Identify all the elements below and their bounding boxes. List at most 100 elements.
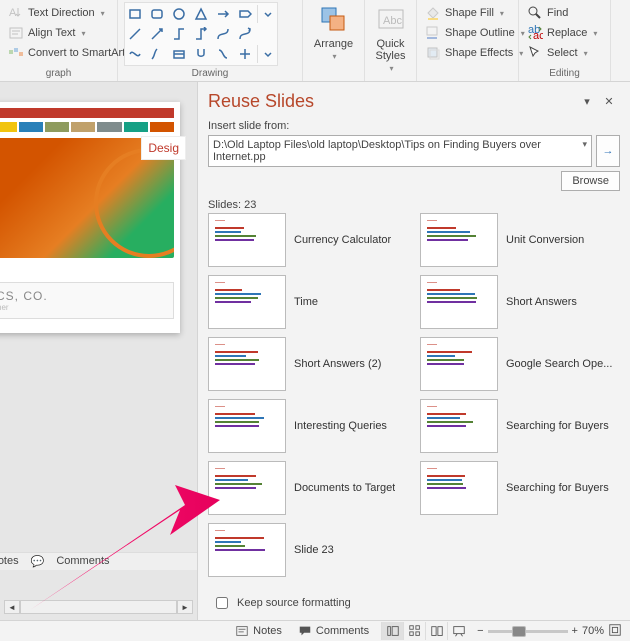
reuse-slide-item[interactable]: ——Interesting Queries [208,399,408,453]
arrange-group: Arrange▾ [303,0,365,81]
shape-format-group: Shape Fill▾ Shape Outline▾ Shape Effects… [417,0,519,81]
select-label: Select [547,47,578,59]
reuse-slide-item[interactable]: —— Searching for Buyers [420,399,620,453]
slide-item-label: Google Search Ope... [506,358,612,370]
arrange-icon [318,4,350,36]
quick-styles-group: Abc Quick Styles▾ [365,0,417,81]
arrange-button[interactable]: Arrange▾ [309,2,358,61]
slideshow-button[interactable] [447,622,469,640]
zoom-out-button[interactable]: − [477,625,483,637]
notes-label: Notes [253,625,282,637]
slide-item-label: Short Answers [506,296,577,308]
shape-effects-label: Shape Effects [445,47,513,59]
slide-thumbnail[interactable]: —— [420,213,498,267]
design-ideas-label: Desig [141,136,186,160]
slide-thumbnail[interactable]: —— [208,213,286,267]
slide-thumbnail[interactable]: —— [208,275,286,329]
svg-text:A: A [9,7,17,19]
reuse-slide-item[interactable]: —— Currency Calculator [208,213,408,267]
reuse-slides-title: Reuse Slides [208,91,576,112]
horizontal-scrollbar[interactable]: ◄ ► [4,600,193,614]
reading-view-button[interactable] [425,622,447,640]
source-path-input[interactable]: D:\Old Laptop Files\old laptop\Desktop\T… [208,135,592,167]
scroll-left-button[interactable]: ◄ [4,600,20,614]
browse-button[interactable]: Browse [561,171,620,191]
arrange-label: Arrange [314,38,353,50]
slide-thumbnail[interactable]: —— [420,275,498,329]
reuse-slide-item[interactable]: ——Time [208,275,408,329]
slide-title-text: ANICS, CO. [0,289,167,303]
zoom-in-button[interactable]: + [572,625,578,637]
replace-label: Replace [547,27,587,39]
reuse-slide-item[interactable]: —— Short Answers [420,275,620,329]
slide-thumbnail[interactable]: —— [420,337,498,391]
ribbon: A Text Direction▾ Align Text▾ Convert to… [0,0,630,82]
source-path-value: D:\Old Laptop Files\old laptop\Desktop\T… [213,139,541,163]
keep-source-formatting-checkbox[interactable] [216,597,228,609]
align-text-icon [8,25,24,41]
ribbon-group-paragraph: A Text Direction▾ Align Text▾ Convert to… [0,0,118,81]
slide-canvas-area: Desig ANICS, CO. s together ☰ Notes 💬 Co… [0,82,198,620]
reuse-slide-item[interactable]: —— Searching for Buyers [420,461,620,515]
zoom-control[interactable]: − + 70% [477,623,622,640]
sorter-view-button[interactable] [403,622,425,640]
workspace: Desig ANICS, CO. s together ☰ Notes 💬 Co… [0,82,630,620]
reuse-slide-item[interactable]: ——Documents to Target [208,461,408,515]
view-buttons [381,622,469,640]
status-bar: Notes Comments − + 70% [0,620,630,641]
shape-fill-button[interactable]: Shape Fill▾ [423,4,512,22]
replace-icon: abac [527,25,543,41]
convert-smartart-button[interactable]: Convert to SmartArt▾ [6,44,111,62]
go-button[interactable]: → [596,135,620,167]
slide-thumbnail[interactable]: —— [208,461,286,515]
shape-outline-icon [425,25,441,41]
slide-thumbnail[interactable]: —— [420,399,498,453]
fit-to-window-button[interactable] [608,623,622,640]
quick-styles-button[interactable]: Abc Quick Styles▾ [371,2,410,73]
design-ideas-card[interactable]: Desig ANICS, CO. s together [0,102,180,333]
slide-thumbnail[interactable]: —— [208,399,286,453]
pane-close-button[interactable]: ✕ [598,90,620,112]
align-text-button[interactable]: Align Text▾ [6,24,111,42]
insert-from-label: Insert slide from: [208,120,620,132]
shapes-gallery[interactable] [124,2,278,66]
notes-toggle[interactable]: Notes [231,624,286,638]
mini-comments: Comments [56,555,109,568]
find-button[interactable]: Find [525,4,604,22]
shape-effects-button[interactable]: Shape Effects▾ [423,44,512,62]
slide-thumbnail[interactable]: —— [420,461,498,515]
slide-item-label: Currency Calculator [294,234,391,246]
reuse-slide-item[interactable]: —— Slide 23 [208,523,408,577]
pane-options-button[interactable]: ▾ [576,90,598,112]
normal-view-button[interactable] [381,622,403,640]
zoom-slider[interactable] [488,630,568,633]
slide-thumbnail[interactable]: —— [208,523,286,577]
reuse-slide-item[interactable]: ——Unit Conversion [420,213,620,267]
svg-text:Abc: Abc [383,15,402,27]
drawing-group-label: Drawing [124,66,296,81]
replace-button[interactable]: abac Replace▾ [525,24,604,42]
slide-item-label: Searching for Buyers [506,482,609,494]
select-button[interactable]: Select▾ [525,44,604,62]
slide-count-label: Slides: 23 [208,199,620,211]
find-label: Find [547,7,568,19]
shape-fill-icon [425,5,441,21]
comments-label: Comments [316,625,369,637]
svg-text:ac: ac [533,30,543,41]
slide-item-label: Slide 23 [294,544,334,556]
shape-outline-label: Shape Outline [445,27,515,39]
quick-styles-icon: Abc [375,4,407,36]
text-direction-button[interactable]: A Text Direction▾ [6,4,111,22]
text-direction-label: Text Direction [28,7,95,19]
slide-item-label: Searching for Buyers [506,420,609,432]
reuse-slide-item[interactable]: —— Short Answers (2) [208,337,408,391]
convert-smartart-label: Convert to SmartArt [28,47,125,59]
reuse-slide-item[interactable]: —— Google Search Ope... [420,337,620,391]
shape-outline-button[interactable]: Shape Outline▾ [423,24,512,42]
scroll-right-button[interactable]: ► [177,600,193,614]
comments-toggle[interactable]: Comments [294,624,373,638]
align-text-label: Align Text [28,27,76,39]
slide-thumbnail[interactable]: —— [208,337,286,391]
smartart-icon [8,45,24,61]
slide-item-label: Short Answers (2) [294,358,381,370]
